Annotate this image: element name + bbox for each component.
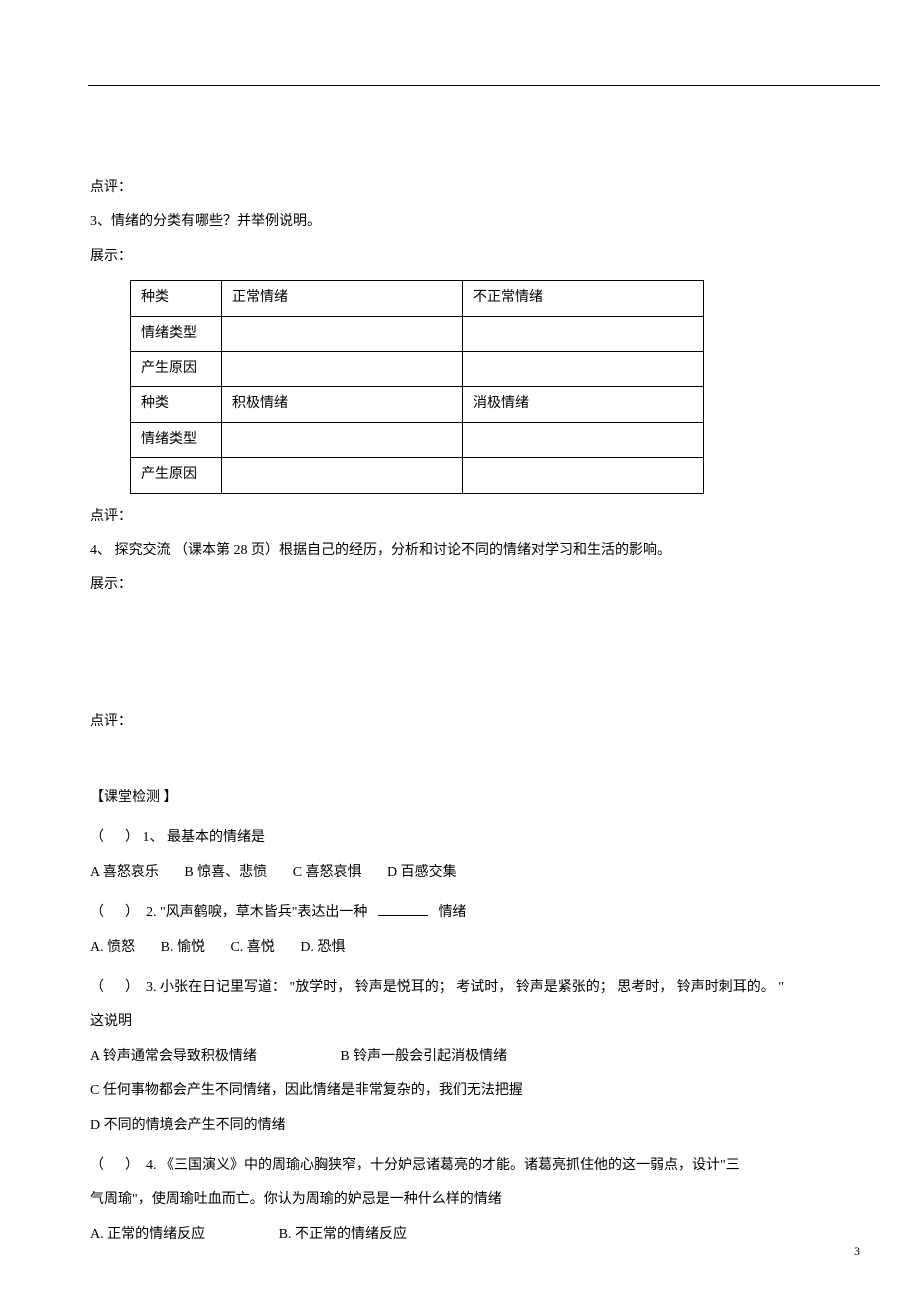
cell-blank[interactable]: [463, 351, 704, 386]
fill-blank[interactable]: [378, 915, 428, 916]
answer-blank[interactable]: [108, 980, 122, 995]
q-previous-comment: 点评：: [90, 177, 840, 199]
q1-opt-a[interactable]: A 喜怒哀乐: [90, 865, 159, 880]
page-content: 点评： 3、情绪的分类有哪些？并举例说明。 展示： 种类 正常情绪 不正常情绪 …: [0, 0, 920, 1298]
q1-options: A 喜怒哀乐 B 惊喜、悲愤 C 喜怒哀惧 D 百感交集: [90, 862, 840, 884]
paren-open: （: [90, 905, 104, 920]
cell-r1c2: 正常情绪: [222, 281, 463, 316]
q2-opt-d[interactable]: D. 恐惧: [300, 940, 345, 955]
q1-opt-b[interactable]: B 惊喜、悲愤: [184, 865, 267, 880]
answer-blank[interactable]: [108, 905, 122, 920]
paren-close: ）: [125, 1158, 139, 1173]
q3-stem: 3、情绪的分类有哪些？并举例说明。: [90, 211, 840, 233]
q2-stem-post: 情绪: [438, 905, 466, 920]
cell-r4c2: 积极情绪: [222, 387, 463, 422]
q4t-opt-b[interactable]: B. 不正常的情绪反应: [279, 1227, 407, 1242]
paren-close: ）: [125, 905, 139, 920]
paren-close: ）: [125, 980, 139, 995]
table-row: 情绪类型: [131, 422, 704, 457]
q3-table: 种类 正常情绪 不正常情绪 情绪类型 产生原因 种类 积极情绪 消极情绪 情绪类…: [130, 280, 704, 493]
cell-blank[interactable]: [222, 351, 463, 386]
q4-stem: 4、 探究交流 （课本第 28 页）根据自己的经历，分析和讨论不同的情绪对学习和…: [90, 540, 840, 562]
cell-blank[interactable]: [222, 316, 463, 351]
q3t-opt-c[interactable]: C 任何事物都会产生不同情绪，因此情绪是非常复杂的，我们无法把握: [90, 1080, 840, 1102]
cell-r4c3: 消极情绪: [463, 387, 704, 422]
q1-stem: 最基本的情绪是: [167, 830, 265, 845]
q3t-opt-b[interactable]: B 铃声一般会引起消极情绪: [340, 1049, 507, 1064]
cell-blank[interactable]: [463, 422, 704, 457]
q2-opt-c[interactable]: C. 喜悦: [230, 940, 274, 955]
test-q2: （ ） 2. "风声鹤唳，草木皆兵"表达出一种 情绪: [90, 902, 840, 924]
cell-r6c1: 产生原因: [131, 458, 222, 493]
q3t-options-row1: A 铃声通常会导致积极情绪 B 铃声一般会引起消极情绪: [90, 1046, 840, 1068]
paren-open: （: [90, 1158, 104, 1173]
table-row: 种类 正常情绪 不正常情绪: [131, 281, 704, 316]
q1-opt-c[interactable]: C 喜怒哀惧: [293, 865, 362, 880]
q3-comment-label: 点评：: [90, 506, 840, 528]
page-divider: [88, 85, 880, 86]
q3t-stem-l1: 小张在日记里写道： "放学时， 铃声是悦耳的； 考试时， 铃声是紧张的； 思考时…: [160, 980, 784, 995]
cell-blank[interactable]: [222, 458, 463, 493]
cell-r1c1: 种类: [131, 281, 222, 316]
q1-num: 1、: [143, 830, 164, 845]
q4t-options: A. 正常的情绪反应 B. 不正常的情绪反应: [90, 1224, 840, 1246]
table-row: 情绪类型: [131, 316, 704, 351]
q3t-num: 3.: [146, 980, 157, 995]
test-q4: （ ） 4. 《三国演义》中的周瑜心胸狭窄，十分妒忌诸葛亮的才能。诸葛亮抓住他的…: [90, 1155, 840, 1177]
q4t-stem-l2: 气周瑜"，使周瑜吐血而亡。你认为周瑜的妒忌是一种什么样的情绪: [90, 1189, 840, 1211]
cell-r2c1: 情绪类型: [131, 316, 222, 351]
q4t-num: 4.: [146, 1158, 157, 1173]
cell-blank[interactable]: [463, 458, 704, 493]
q2-opt-a[interactable]: A. 愤怒: [90, 940, 135, 955]
cell-blank[interactable]: [222, 422, 463, 457]
q4t-stem-l1: 《三国演义》中的周瑜心胸狭窄，十分妒忌诸葛亮的才能。诸葛亮抓住他的这一弱点，设计…: [160, 1158, 740, 1173]
paren-open: （: [90, 980, 104, 995]
q3t-stem-l2: 这说明: [90, 1011, 840, 1033]
cell-r1c3: 不正常情绪: [463, 281, 704, 316]
cell-blank[interactable]: [463, 316, 704, 351]
test-q3: （ ） 3. 小张在日记里写道： "放学时， 铃声是悦耳的； 考试时， 铃声是紧…: [90, 977, 840, 999]
section-header: 【课堂检测 】: [90, 787, 840, 809]
q2-opt-b[interactable]: B. 愉悦: [161, 940, 205, 955]
q1-opt-d[interactable]: D 百感交集: [387, 865, 457, 880]
q3-display-label: 展示：: [90, 246, 840, 268]
answer-blank[interactable]: [108, 1158, 122, 1173]
cell-r4c1: 种类: [131, 387, 222, 422]
q3t-opt-d[interactable]: D 不同的情境会产生不同的情绪: [90, 1115, 840, 1137]
paren-open: （: [90, 830, 104, 845]
page-number: 3: [854, 1242, 860, 1261]
paren-close: ）: [125, 830, 139, 845]
answer-blank[interactable]: [108, 830, 122, 845]
q2-options: A. 愤怒 B. 愉悦 C. 喜悦 D. 恐惧: [90, 937, 840, 959]
q4t-opt-a[interactable]: A. 正常的情绪反应: [90, 1227, 205, 1242]
table-row: 产生原因: [131, 351, 704, 386]
q4-display-label: 展示：: [90, 574, 840, 596]
table-row: 种类 积极情绪 消极情绪: [131, 387, 704, 422]
test-q1: （ ） 1、 最基本的情绪是: [90, 827, 840, 849]
cell-r3c1: 产生原因: [131, 351, 222, 386]
q2-num: 2.: [146, 905, 157, 920]
q2-stem-pre: "风声鹤唳，草木皆兵"表达出一种: [160, 905, 367, 920]
cell-r5c1: 情绪类型: [131, 422, 222, 457]
q4-comment-label: 点评：: [90, 711, 840, 733]
table-row: 产生原因: [131, 458, 704, 493]
q3t-opt-a[interactable]: A 铃声通常会导致积极情绪: [90, 1049, 257, 1064]
